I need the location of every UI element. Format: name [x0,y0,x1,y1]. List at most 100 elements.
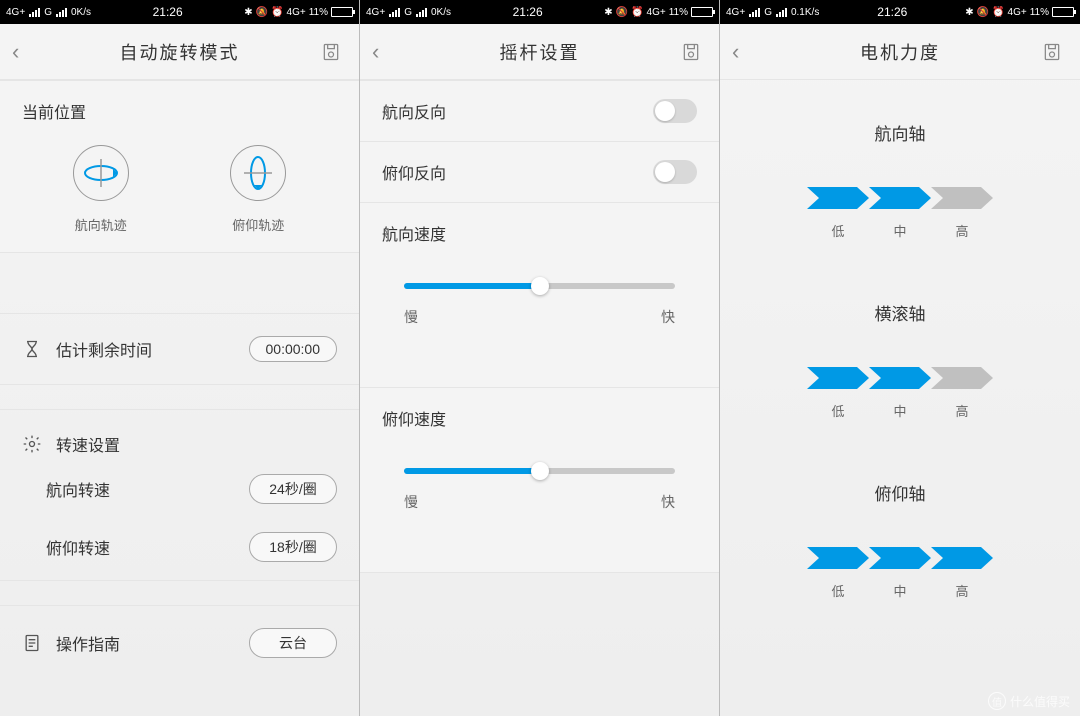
bluetooth-icon: ✱ [965,7,973,18]
guide-row[interactable]: 操作指南 云台 [0,606,359,680]
level-low[interactable] [807,367,869,389]
pitch-reverse-label: 俯仰反向 [382,160,446,184]
level-mid[interactable] [869,187,931,209]
level-mid[interactable] [869,367,931,389]
yaw-speed-section: 航向速度 慢 快 [360,203,719,388]
slider-slow-label: 慢 [404,307,418,327]
page-title: 电机力度 [764,39,1036,65]
yaw-trajectory[interactable]: 航向轨迹 [73,145,129,234]
pitch-trajectory-label: 俯仰轨迹 [232,215,284,234]
yaw-trajectory-icon [73,145,129,201]
pitch-speed-label: 俯仰速度 [382,406,697,430]
header: ‹ 电机力度 [720,24,1080,80]
statusbar: 4G+ G 0K/s 21:26 ✱ 🔕 ⏰ 4G+ 11% [360,0,719,24]
document-icon [22,633,42,653]
pitch-trajectory-icon [230,145,286,201]
yaw-speed-row: 航向转速 24秒/圈 [0,464,359,522]
label-low: 低 [807,401,869,420]
hourglass-icon [22,339,42,359]
pitch-speed-value[interactable]: 18秒/圈 [249,532,337,562]
bluetooth-icon: ✱ [244,7,252,18]
alarm-icon: ⏰ [271,7,283,18]
yaw-level-selector[interactable] [807,187,993,209]
screen-joystick-settings: 4G+ G 0K/s 21:26 ✱ 🔕 ⏰ 4G+ 11% ‹ 摇杆设置 航向… [360,0,720,716]
pitch-axis-section: 俯仰轴 低 中 高 [720,440,1080,620]
signal-1-icon [29,8,40,17]
content: 航向轴 低 中 高 横滚轴 低 中 高 [720,80,1080,716]
gimbal-button[interactable]: 云台 [249,628,337,658]
content: 航向反向 俯仰反向 航向速度 慢 快 俯仰速度 慢 [360,80,719,716]
save-button[interactable] [1036,42,1068,62]
pitch-speed-label: 俯仰转速 [46,535,110,559]
slider-fast-label: 快 [661,307,675,327]
yaw-axis-label: 航向轴 [875,120,926,145]
net-4g: 4G+ [726,7,745,18]
mute-icon: 🔕 [977,7,989,18]
back-button[interactable]: ‹ [732,39,764,65]
clock: 21:26 [877,5,907,19]
level-mid[interactable] [869,547,931,569]
net-4g: 4G+ [6,7,25,18]
clock: 21:26 [153,5,183,19]
battery-icon [691,7,713,17]
back-button[interactable]: ‹ [12,39,44,65]
yaw-speed-value[interactable]: 24秒/圈 [249,474,337,504]
roll-axis-label: 横滚轴 [875,300,926,325]
current-position-label: 当前位置 [22,99,337,123]
level-high[interactable] [931,367,993,389]
yaw-reverse-toggle[interactable] [653,99,697,123]
slider-thumb[interactable] [531,277,549,295]
4g-label: 4G+ [287,7,306,18]
battery-icon [1052,7,1074,17]
signal-2-icon [416,8,427,17]
4g-label: 4G+ [1008,7,1027,18]
slider-slow-label: 慢 [404,492,418,512]
data-speed: 0K/s [431,7,451,18]
signal-2-icon [776,8,787,17]
header: ‹ 自动旋转模式 [0,24,359,80]
signal-2-icon [56,8,67,17]
signal-1-icon [749,8,760,17]
battery-pct: 11% [1030,7,1049,18]
pitch-trajectory[interactable]: 俯仰轨迹 [230,145,286,234]
level-high[interactable] [931,187,993,209]
label-mid: 中 [869,581,931,600]
net-g: G [404,7,412,18]
battery-icon [331,7,353,17]
header: ‹ 摇杆设置 [360,24,719,80]
mute-icon: 🔕 [256,7,268,18]
save-icon [321,42,341,62]
level-low[interactable] [807,547,869,569]
content: 当前位置 航向轨迹 俯仰轨迹 估计剩余 [0,80,359,716]
mute-icon: 🔕 [616,7,628,18]
data-speed: 0K/s [71,7,91,18]
page-title: 自动旋转模式 [44,39,315,65]
pitch-speed-section: 俯仰速度 慢 快 [360,388,719,573]
estimated-time-value[interactable]: 00:00:00 [249,336,338,362]
save-button[interactable] [675,42,707,62]
speed-setting-row: 转速设置 [0,410,359,464]
save-icon [681,42,701,62]
level-high[interactable] [931,547,993,569]
net-g: G [44,7,52,18]
yaw-reverse-label: 航向反向 [382,99,446,123]
pitch-speed-row: 俯仰转速 18秒/圈 [0,522,359,580]
yaw-trajectory-label: 航向轨迹 [75,215,127,234]
pitch-level-selector[interactable] [807,547,993,569]
save-icon [1042,42,1062,62]
estimated-time-row: 估计剩余时间 00:00:00 [0,313,359,384]
label-high: 高 [931,221,993,240]
level-low[interactable] [807,187,869,209]
estimated-time-label: 估计剩余时间 [56,337,152,361]
yaw-speed-slider[interactable] [404,283,675,289]
pitch-speed-slider[interactable] [404,468,675,474]
net-g: G [764,7,772,18]
back-button[interactable]: ‹ [372,39,404,65]
slider-thumb[interactable] [531,462,549,480]
save-button[interactable] [315,42,347,62]
roll-level-selector[interactable] [807,367,993,389]
slider-fast-label: 快 [661,492,675,512]
label-mid: 中 [869,401,931,420]
yaw-reverse-row: 航向反向 [360,80,719,142]
pitch-reverse-toggle[interactable] [653,160,697,184]
